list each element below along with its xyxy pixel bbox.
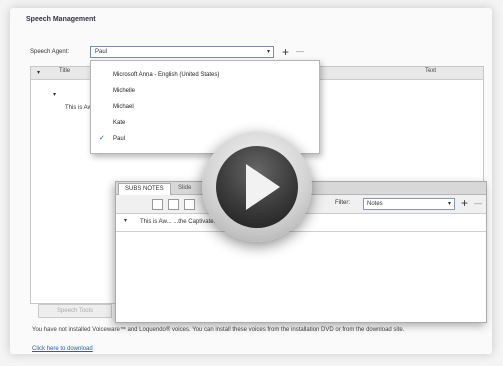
- download-link[interactable]: Click here to download: [32, 346, 93, 352]
- tab-slide[interactable]: Slide: [172, 183, 197, 194]
- play-icon[interactable]: [202, 132, 312, 242]
- column-title: Title: [59, 68, 71, 74]
- dropdown-item[interactable]: Microsoft Anna - English (United States): [91, 67, 319, 83]
- speech-agent-selected: Paul: [95, 49, 108, 55]
- dropdown-item[interactable]: Kate: [91, 115, 319, 131]
- column-text: Text: [425, 68, 437, 74]
- plus-icon[interactable]: +: [461, 197, 468, 209]
- play-triangle: [246, 164, 280, 210]
- plus-icon[interactable]: +: [282, 46, 289, 58]
- checkbox[interactable]: [184, 199, 195, 210]
- speech-tools-button[interactable]: Speech Tools: [38, 304, 112, 318]
- grid-row-text: This is Aw: [65, 105, 92, 111]
- toolbar-icon[interactable]: [168, 199, 179, 210]
- dropdown-item[interactable]: Michelle: [91, 83, 319, 99]
- play-button-inner: [216, 146, 298, 228]
- minus-icon[interactable]: —: [474, 198, 482, 210]
- toolbar-icon[interactable]: [152, 199, 163, 210]
- filter-select[interactable]: Notes ▾: [363, 198, 455, 210]
- checkmark-icon: ✓: [99, 135, 105, 142]
- chevron-down-icon: ▾: [266, 49, 270, 55]
- row-expand-icon[interactable]: ▾: [53, 91, 56, 98]
- speech-agent-select[interactable]: Paul ▾: [90, 46, 274, 58]
- chevron-down-icon: ▾: [447, 201, 451, 207]
- tab-subs-notes[interactable]: SUBS NOTES: [118, 183, 171, 195]
- speech-agent-label: Speech Agent:: [30, 49, 70, 55]
- filter-selected: Notes: [367, 201, 383, 207]
- filter-label: Filter:: [335, 200, 350, 206]
- collapse-icon[interactable]: ▾: [37, 69, 40, 76]
- row-text: This is Aw... ...the Captivate.: [140, 219, 216, 225]
- install-message: You have not installed Voiceware™ and Lo…: [32, 327, 405, 333]
- dropdown-item[interactable]: Michael: [91, 99, 319, 115]
- row-expand-icon[interactable]: ▾: [124, 217, 127, 224]
- window-title: Speech Management: [26, 16, 96, 23]
- minus-icon[interactable]: —: [296, 46, 304, 58]
